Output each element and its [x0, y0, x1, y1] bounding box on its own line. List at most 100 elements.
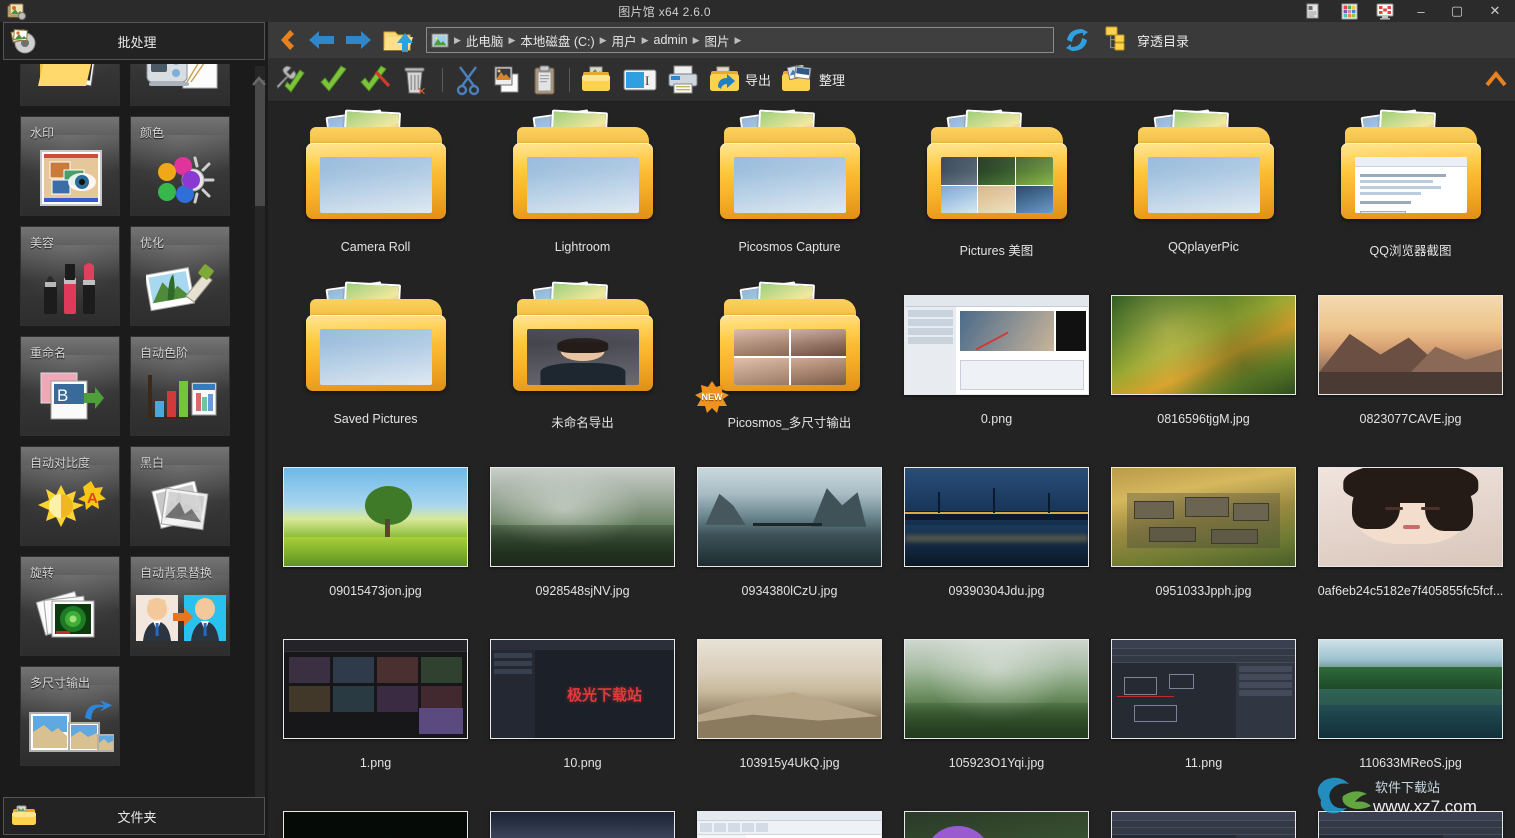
thumbnail[interactable]	[1314, 274, 1507, 416]
thumbnail[interactable]	[279, 274, 472, 416]
breadcrumb-item-4[interactable]: 图片	[701, 31, 734, 50]
batch-process-header[interactable]: 批处理	[3, 22, 265, 60]
thumbnail[interactable]	[279, 790, 472, 838]
tool-tile-重命名[interactable]: 重命名 B	[20, 336, 120, 436]
tool-tile-自动对比度[interactable]: 自动对比度 A	[20, 446, 120, 546]
print-button[interactable]	[662, 60, 704, 100]
tool-tile-颜色[interactable]: 颜色	[130, 116, 230, 216]
thumbnail[interactable]	[1107, 274, 1300, 416]
folder-cell[interactable]: Saved Pictures	[272, 274, 479, 446]
thumbnail[interactable]: 极光下载站	[486, 618, 679, 760]
thumbnail[interactable]	[486, 102, 679, 244]
image-cell[interactable]: 103915y4UkQ.jpg	[686, 618, 893, 790]
settings-check-button[interactable]	[268, 60, 312, 100]
image-cell[interactable]: 105923O1Yqi.jpg	[893, 618, 1100, 790]
tool-tile-多尺寸输出[interactable]: 多尺寸输出	[20, 666, 120, 766]
image-cell[interactable]	[479, 790, 686, 838]
thumbnail[interactable]	[486, 274, 679, 416]
folder-cell[interactable]: QQ浏览器截图	[1307, 102, 1514, 274]
image-cell[interactable]: 11.png	[1100, 618, 1307, 790]
tool-tile-自动色阶[interactable]: 自动色阶	[130, 336, 230, 436]
thumbnail[interactable]	[900, 446, 1093, 588]
thumbnail[interactable]	[1107, 618, 1300, 760]
penetrate-directory-button[interactable]: 穿透目录	[1104, 24, 1189, 57]
maximize-button[interactable]: ▢	[1439, 0, 1475, 22]
rename-button[interactable]: I	[618, 60, 662, 100]
back-chevron-icon[interactable]	[268, 23, 304, 57]
thumbnail[interactable]	[1314, 790, 1507, 838]
image-cell[interactable]: 09390304Jdu.jpg	[893, 446, 1100, 618]
back-arrow-icon[interactable]	[304, 23, 340, 57]
export-button[interactable]: 导出	[704, 60, 776, 100]
up-folder-icon[interactable]	[376, 23, 422, 57]
left-panel-scrollbar[interactable]	[255, 66, 265, 810]
thumbnail[interactable]	[693, 446, 886, 588]
folder-cell[interactable]: Pictures 美图	[893, 102, 1100, 274]
image-cell[interactable]: 0928548sjNV.jpg	[479, 446, 686, 618]
thumbnail[interactable]	[1314, 618, 1507, 760]
image-cell[interactable]: 110633MReoS.jpg	[1307, 618, 1514, 790]
new-folder-button[interactable]	[576, 60, 618, 100]
tool-tile-item-0[interactable]	[20, 64, 120, 106]
refresh-icon[interactable]	[1054, 26, 1100, 54]
scroll-up-chevron-icon[interactable]	[251, 74, 267, 92]
thumbnail[interactable]	[1314, 102, 1507, 244]
thumbnail[interactable]	[486, 790, 679, 838]
image-cell[interactable]	[1100, 790, 1307, 838]
folder-cell[interactable]: NEW Picosmos_多尺寸输出	[686, 274, 893, 446]
folder-cell[interactable]: 未命名导出	[479, 274, 686, 446]
image-cell[interactable]: 极光下载站	[686, 790, 893, 838]
image-cell[interactable]: 0816596tjgM.jpg	[1100, 274, 1307, 446]
copy-button[interactable]	[487, 60, 527, 100]
folders-footer[interactable]: 文件夹	[3, 797, 265, 835]
thumbnail[interactable]: 极光下载站	[693, 790, 886, 838]
breadcrumb-item-3[interactable]: admin	[650, 33, 692, 47]
folder-cell[interactable]: Lightroom	[479, 102, 686, 274]
image-cell[interactable]: 0951033Jpph.jpg	[1100, 446, 1307, 618]
image-cell[interactable]	[893, 790, 1100, 838]
thumbnail[interactable]	[900, 274, 1093, 416]
tool-tile-旋转[interactable]: 旋转	[20, 556, 120, 656]
image-cell[interactable]: 0.png	[893, 274, 1100, 446]
tool-tile-优化[interactable]: 优化	[130, 226, 230, 326]
folder-cell[interactable]: Picosmos Capture	[686, 102, 893, 274]
image-cell[interactable]: 极光下载站 10.png	[479, 618, 686, 790]
tool-tile-美容[interactable]: 美容	[20, 226, 120, 326]
address-bar[interactable]: ▶ 此电脑 ▶ 本地磁盘 (C:) ▶ 用户 ▶ admin ▶ 图片 ▶	[426, 27, 1054, 53]
thumbnail[interactable]	[1107, 790, 1300, 838]
cut-button[interactable]	[449, 60, 487, 100]
select-all-button[interactable]	[312, 60, 354, 100]
image-cell[interactable]	[272, 790, 479, 838]
thumbnail[interactable]	[279, 102, 472, 244]
thumbnail[interactable]	[900, 790, 1093, 838]
image-cell[interactable]: 09015473jon.jpg	[272, 446, 479, 618]
breadcrumb-item-0[interactable]: 此电脑	[462, 31, 508, 50]
folder-cell[interactable]: QQplayerPic	[1100, 102, 1307, 274]
document-icon[interactable]	[1295, 0, 1331, 22]
image-cell[interactable]: 1.png	[272, 618, 479, 790]
thumbnail[interactable]	[1314, 446, 1507, 588]
thumbnail[interactable]	[279, 618, 472, 760]
thumbnail[interactable]: NEW	[693, 274, 886, 416]
image-cell[interactable]: 0af6eb24c5182e7f405855fc5fcf...	[1307, 446, 1514, 618]
left-panel-scrollbar-thumb[interactable]	[255, 80, 265, 206]
image-cell[interactable]: 0823077CAVE.jpg	[1307, 274, 1514, 446]
organize-button[interactable]: 整理	[776, 60, 850, 100]
thumbnail[interactable]	[279, 446, 472, 588]
breadcrumb-item-2[interactable]: 用户	[608, 31, 641, 50]
breadcrumb-item-1[interactable]: 本地磁盘 (C:)	[516, 31, 598, 50]
thumbnail[interactable]	[1107, 446, 1300, 588]
folder-cell[interactable]: Camera Roll	[272, 102, 479, 274]
image-cell[interactable]	[1307, 790, 1514, 838]
forward-arrow-icon[interactable]	[340, 23, 376, 57]
minimize-button[interactable]: –	[1403, 0, 1439, 22]
deselect-all-button[interactable]	[354, 60, 396, 100]
paste-button[interactable]	[527, 60, 563, 100]
image-cell[interactable]: 0934380lCzU.jpg	[686, 446, 893, 618]
delete-button[interactable]: ✕	[396, 60, 436, 100]
thumbnail[interactable]	[900, 618, 1093, 760]
thumbnail[interactable]	[1107, 102, 1300, 244]
thumbnail[interactable]	[693, 618, 886, 760]
tool-tile-自动背景替换[interactable]: 自动背景替换	[130, 556, 230, 656]
thumbnail[interactable]	[486, 446, 679, 588]
